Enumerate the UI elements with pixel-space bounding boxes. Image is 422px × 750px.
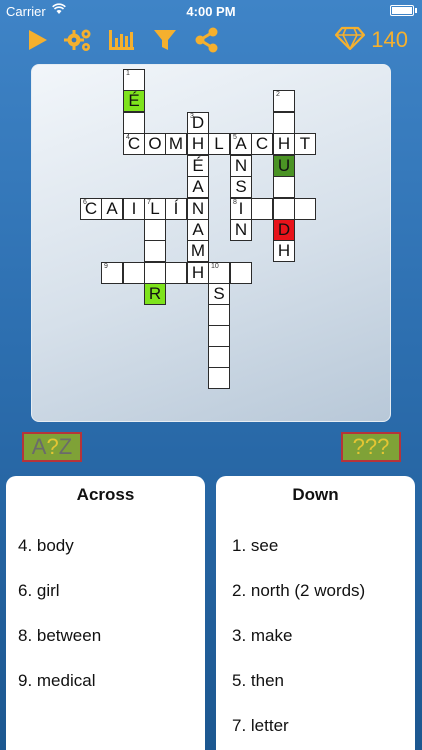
filter-icon[interactable]: [151, 26, 179, 54]
down-title: Down: [292, 485, 339, 504]
reveal-letter-button[interactable]: A?Z: [22, 432, 82, 462]
grid-cell[interactable]: [144, 240, 166, 262]
grid-cell[interactable]: 4C: [123, 133, 145, 155]
grid-cell[interactable]: 2: [273, 90, 295, 112]
grid-cell[interactable]: M: [165, 133, 187, 155]
grid-cell[interactable]: S: [230, 176, 252, 198]
gears-icon[interactable]: [64, 26, 92, 54]
bar-chart-icon[interactable]: [106, 26, 134, 54]
grid-cell[interactable]: C: [251, 133, 273, 155]
reveal-word-button[interactable]: ???: [341, 432, 401, 462]
gem-counter[interactable]: 140: [335, 26, 408, 54]
grid-cell[interactable]: [208, 367, 230, 389]
grid-cell[interactable]: R: [144, 283, 166, 305]
grid-cell[interactable]: A: [101, 198, 123, 220]
play-icon[interactable]: [24, 26, 52, 54]
gem-count: 140: [371, 27, 408, 52]
clue-item[interactable]: 5. then: [232, 671, 284, 691]
hint-z: Z: [58, 434, 73, 459]
grid-cell[interactable]: 10: [208, 262, 230, 284]
grid-cell[interactable]: [123, 262, 145, 284]
grid-cell[interactable]: [208, 325, 230, 347]
clue-item[interactable]: 9. medical: [18, 671, 95, 691]
clue-item[interactable]: 4. body: [18, 536, 74, 556]
clue-item[interactable]: 1. see: [232, 536, 278, 556]
hint-q2: ?: [364, 434, 378, 459]
grid-cell[interactable]: H: [187, 133, 209, 155]
cell-letter: A: [235, 134, 247, 153]
grid-cell[interactable]: [165, 262, 187, 284]
grid-cell[interactable]: N: [187, 198, 209, 220]
grid-cell[interactable]: M: [187, 240, 209, 262]
grid-cell[interactable]: [144, 262, 166, 284]
grid-cell[interactable]: 1: [123, 69, 145, 91]
cell-letter: I: [238, 199, 244, 218]
clue-item[interactable]: 3. make: [232, 626, 292, 646]
battery-icon: [390, 5, 414, 16]
grid-cell[interactable]: [273, 198, 295, 220]
hint-q3: ?: [377, 434, 390, 459]
across-title: Across: [76, 485, 135, 504]
grid-cell[interactable]: L: [208, 133, 230, 155]
grid-cell[interactable]: [273, 112, 295, 134]
grid-cell[interactable]: [144, 219, 166, 241]
grid-cell[interactable]: Í: [165, 198, 187, 220]
cell-letter: L: [150, 199, 160, 218]
grid-cell[interactable]: T: [294, 133, 316, 155]
hint-q1: ?: [352, 434, 365, 459]
grid-cell[interactable]: A: [187, 219, 209, 241]
grid-cell[interactable]: N: [230, 155, 252, 177]
grid-cell[interactable]: 7L: [144, 198, 166, 220]
grid-cell[interactable]: 3D: [187, 112, 209, 134]
across-clues-panel: Across 4. body 6. girl 8. between 9. med…: [6, 476, 205, 750]
hint-a: A: [31, 434, 47, 459]
grid-cell[interactable]: A: [187, 176, 209, 198]
grid-cell[interactable]: 9: [101, 262, 123, 284]
grid-cell[interactable]: [273, 176, 295, 198]
share-icon[interactable]: [192, 26, 220, 54]
grid-cell[interactable]: H: [187, 262, 209, 284]
grid-cell[interactable]: 8I: [230, 198, 252, 220]
down-clues-panel: Down 1. see 2. north (2 words) 3. make 5…: [216, 476, 415, 750]
grid-cell[interactable]: I: [123, 198, 145, 220]
clue-item[interactable]: 7. letter: [232, 716, 289, 736]
crossword-board: 1 É 3D É A N A M N S N 2 U D H 4C O M H …: [31, 64, 391, 422]
grid-cell[interactable]: U: [273, 155, 295, 177]
status-time: 4:00 PM: [186, 4, 236, 19]
clue-item[interactable]: 8. between: [18, 626, 101, 646]
grid-cell[interactable]: [230, 262, 252, 284]
grid-cell[interactable]: É: [123, 90, 145, 112]
grid-cell[interactable]: [251, 198, 273, 220]
clue-item[interactable]: 2. north (2 words): [232, 581, 365, 601]
grid-cell[interactable]: D: [273, 219, 295, 241]
toolbar: 140: [0, 26, 422, 56]
grid-cell[interactable]: [294, 198, 316, 220]
clue-item[interactable]: 6. girl: [18, 581, 60, 601]
grid-cell[interactable]: H: [273, 133, 295, 155]
grid-cell[interactable]: [208, 346, 230, 368]
grid-cell[interactable]: H: [273, 240, 295, 262]
grid-cell[interactable]: É: [187, 155, 209, 177]
grid-cell[interactable]: [123, 112, 145, 134]
grid-cell[interactable]: O: [144, 133, 166, 155]
grid-cell[interactable]: S: [208, 283, 230, 305]
grid-cell[interactable]: 6C: [80, 198, 102, 220]
diamond-icon: [335, 26, 366, 55]
hint-q: ?: [46, 434, 59, 459]
grid-cell[interactable]: [208, 304, 230, 326]
grid-cell[interactable]: 5A: [230, 133, 252, 155]
status-bar: Carrier 4:00 PM: [0, 0, 422, 22]
grid-cell[interactable]: N: [230, 219, 252, 241]
